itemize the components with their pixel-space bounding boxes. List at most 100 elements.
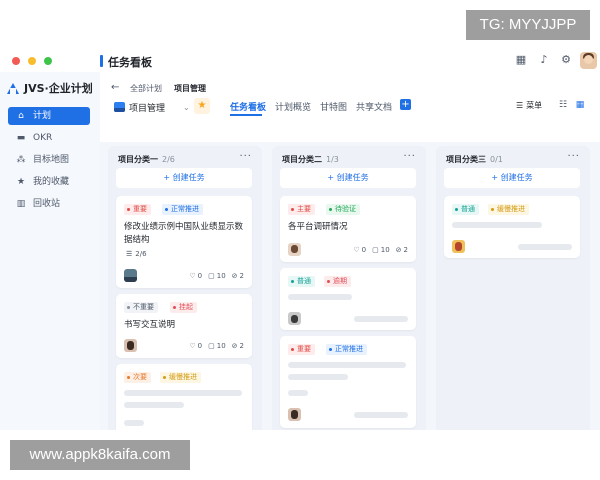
placeholder-line — [124, 390, 242, 396]
placeholder-line — [354, 316, 408, 322]
menu-icon: ☰ — [516, 101, 524, 110]
settings-gear-icon[interactable]: ⚙ — [559, 53, 573, 67]
brand-name: JVS·企业计划 — [24, 82, 93, 95]
priority-tag: 不重要 — [124, 302, 158, 313]
watermark-top: TG: MYYJJPP — [466, 10, 590, 40]
status-tag: 待验证 — [326, 204, 360, 215]
menu-button[interactable]: ☰ 菜单 — [516, 100, 542, 111]
tab-shared-docs[interactable]: 共享文档 — [356, 100, 392, 113]
task-title: 各平台调研情况 — [288, 222, 348, 232]
back-arrow-icon[interactable]: ← — [111, 82, 119, 93]
priority-tag: 普通 — [288, 276, 315, 287]
favorite-star-button[interactable]: ★ — [194, 98, 210, 114]
status-tag: 逾期 — [324, 276, 351, 287]
kanban-board: 项目分类一 2/6 ··· + 创建任务 重要 正常推进 修改业绩示例中国队业绩显… — [100, 142, 600, 430]
sidebar-item-label: 计划 — [33, 111, 52, 121]
chevron-down-icon: ⌄ — [183, 102, 190, 112]
placeholder-line — [288, 390, 308, 396]
task-card[interactable]: 主要 待验证 各平台调研情况 ♡ 0 ▢ 10 ⊘ 2 — [280, 196, 416, 262]
task-card[interactable]: 重要 正常推进 — [280, 336, 416, 428]
board-column: 项目分类一 2/6 ··· + 创建任务 重要 正常推进 修改业绩示例中国队业绩显… — [108, 146, 262, 430]
sidebar-item-label: 目标地图 — [33, 155, 70, 165]
task-stats: ♡ 0 ▢ 10 ⊘ 2 — [189, 272, 244, 280]
minimize-window-button[interactable] — [28, 57, 36, 65]
app-window: 任务看板 ▦ ♪ ⚙ JVS·企业计划 ⌂ 计划 ▬ OKR ⁂ 目标地图 ★ … — [0, 50, 600, 430]
create-task-button[interactable]: + 创建任务 — [116, 168, 252, 188]
watermark-bottom: www.appk8kaifa.com — [10, 440, 190, 470]
tab-gantt[interactable]: 甘特图 — [320, 100, 347, 113]
sidebar-item-label: 我的收藏 — [33, 177, 70, 187]
list-view-icon[interactable]: ☷ — [557, 99, 569, 111]
task-card[interactable]: 普通 缓慢推进 — [444, 196, 580, 258]
subtask-list-icon: ☰ — [126, 250, 133, 258]
home-icon: ⌂ — [18, 111, 24, 121]
placeholder-line — [124, 402, 184, 408]
subtask-progress: ☰ 2/6 — [126, 250, 147, 258]
status-tag: 挂起 — [170, 302, 197, 313]
assignee-avatar — [288, 243, 301, 256]
placeholder-line — [518, 244, 572, 250]
notification-bell-icon[interactable]: ♪ — [537, 53, 551, 67]
assignee-avatar — [288, 312, 301, 325]
like-icon: ♡ — [189, 272, 196, 280]
sidebar-item-label: 回收站 — [33, 199, 61, 209]
sidebar-item-okr[interactable]: ▬ OKR — [8, 129, 90, 147]
sidebar-item-favorites[interactable]: ★ 我的收藏 — [8, 173, 90, 191]
more-options-icon[interactable]: ··· — [403, 151, 416, 162]
placeholder-line — [288, 294, 352, 300]
task-card[interactable]: 次要 缓慢推进 — [116, 364, 252, 430]
status-tag: 正常推进 — [326, 344, 367, 355]
more-options-icon[interactable]: ··· — [239, 151, 252, 162]
sidebar: JVS·企业计划 ⌂ 计划 ▬ OKR ⁂ 目标地图 ★ 我的收藏 ▥ 回收站 — [0, 72, 100, 430]
close-window-button[interactable] — [12, 57, 20, 65]
sidebar-item-recycle-bin[interactable]: ▥ 回收站 — [8, 195, 90, 213]
apps-grid-icon[interactable]: ▦ — [514, 53, 528, 67]
task-stats: ♡ 0 ▢ 10 ⊘ 2 — [189, 342, 244, 350]
user-avatar[interactable] — [580, 52, 597, 69]
create-task-button[interactable]: + 创建任务 — [280, 168, 416, 188]
placeholder-line — [288, 374, 348, 380]
board-column: 项目分类三 0/1 ··· + 创建任务 普通 缓慢推进 — [436, 146, 590, 430]
project-icon — [114, 102, 125, 112]
brand-logo-icon — [6, 81, 20, 95]
create-task-button[interactable]: + 创建任务 — [444, 168, 580, 188]
assignee-avatar — [124, 269, 137, 282]
priority-tag: 重要 — [124, 204, 151, 215]
add-tab-button[interactable]: + — [400, 99, 411, 110]
placeholder-line — [354, 412, 408, 418]
comment-icon: ▢ — [208, 272, 215, 280]
column-title: 项目分类一 2/6 — [118, 155, 175, 164]
column-count: 1/3 — [326, 155, 339, 164]
assignee-avatar — [288, 408, 301, 421]
menu-label: 菜单 — [526, 101, 543, 110]
grid-view-icon[interactable]: ▦ — [574, 99, 586, 111]
title-accent-bar — [100, 55, 103, 67]
comment-icon: ▢ — [208, 342, 215, 350]
comment-icon: ▢ — [372, 246, 379, 254]
attachment-icon: ⊘ — [231, 342, 238, 350]
attachment-icon: ⊘ — [395, 246, 402, 254]
board-column: 项目分类二 1/3 ··· + 创建任务 主要 待验证 各平台调研情况 ♡ 0 ▢ 1… — [272, 146, 426, 430]
sidebar-item-target-map[interactable]: ⁂ 目标地图 — [8, 151, 90, 169]
tab-task-board[interactable]: 任务看板 — [230, 100, 266, 113]
board-header: ← 全部计划 项目管理 项目管理 ⌄ ★ 任务看板 计划概览 甘特图 共享文档 … — [100, 72, 600, 142]
breadcrumb-current: 项目管理 — [174, 84, 206, 93]
brand: JVS·企业计划 — [6, 80, 93, 96]
assignee-avatar — [124, 339, 137, 352]
breadcrumb-all-plans[interactable]: 全部计划 — [130, 83, 162, 94]
placeholder-line — [288, 362, 406, 368]
priority-tag: 次要 — [124, 372, 151, 383]
tab-plan-overview[interactable]: 计划概览 — [275, 100, 311, 113]
window-title: 任务看板 — [108, 56, 152, 69]
task-card[interactable]: 不重要 挂起 书写交互说明 ♡ 0 ▢ 10 ⊘ 2 — [116, 294, 252, 358]
like-icon: ♡ — [353, 246, 360, 254]
sidebar-item-plan[interactable]: ⌂ 计划 — [8, 107, 90, 125]
task-title: 修改业绩示例中国队业绩显示数据结构 — [124, 222, 244, 245]
task-card[interactable]: 重要 正常推进 修改业绩示例中国队业绩显示数据结构 ☰ 2/6 ♡ 0 ▢ 10 ⊘ 2 — [116, 196, 252, 288]
task-card[interactable]: 普通 逾期 — [280, 268, 416, 330]
maximize-window-button[interactable] — [44, 57, 52, 65]
org-icon: ⁂ — [16, 155, 26, 165]
task-stats: ♡ 0 ▢ 10 ⊘ 2 — [353, 246, 408, 254]
more-options-icon[interactable]: ··· — [567, 151, 580, 162]
task-title: 书写交互说明 — [124, 320, 176, 330]
